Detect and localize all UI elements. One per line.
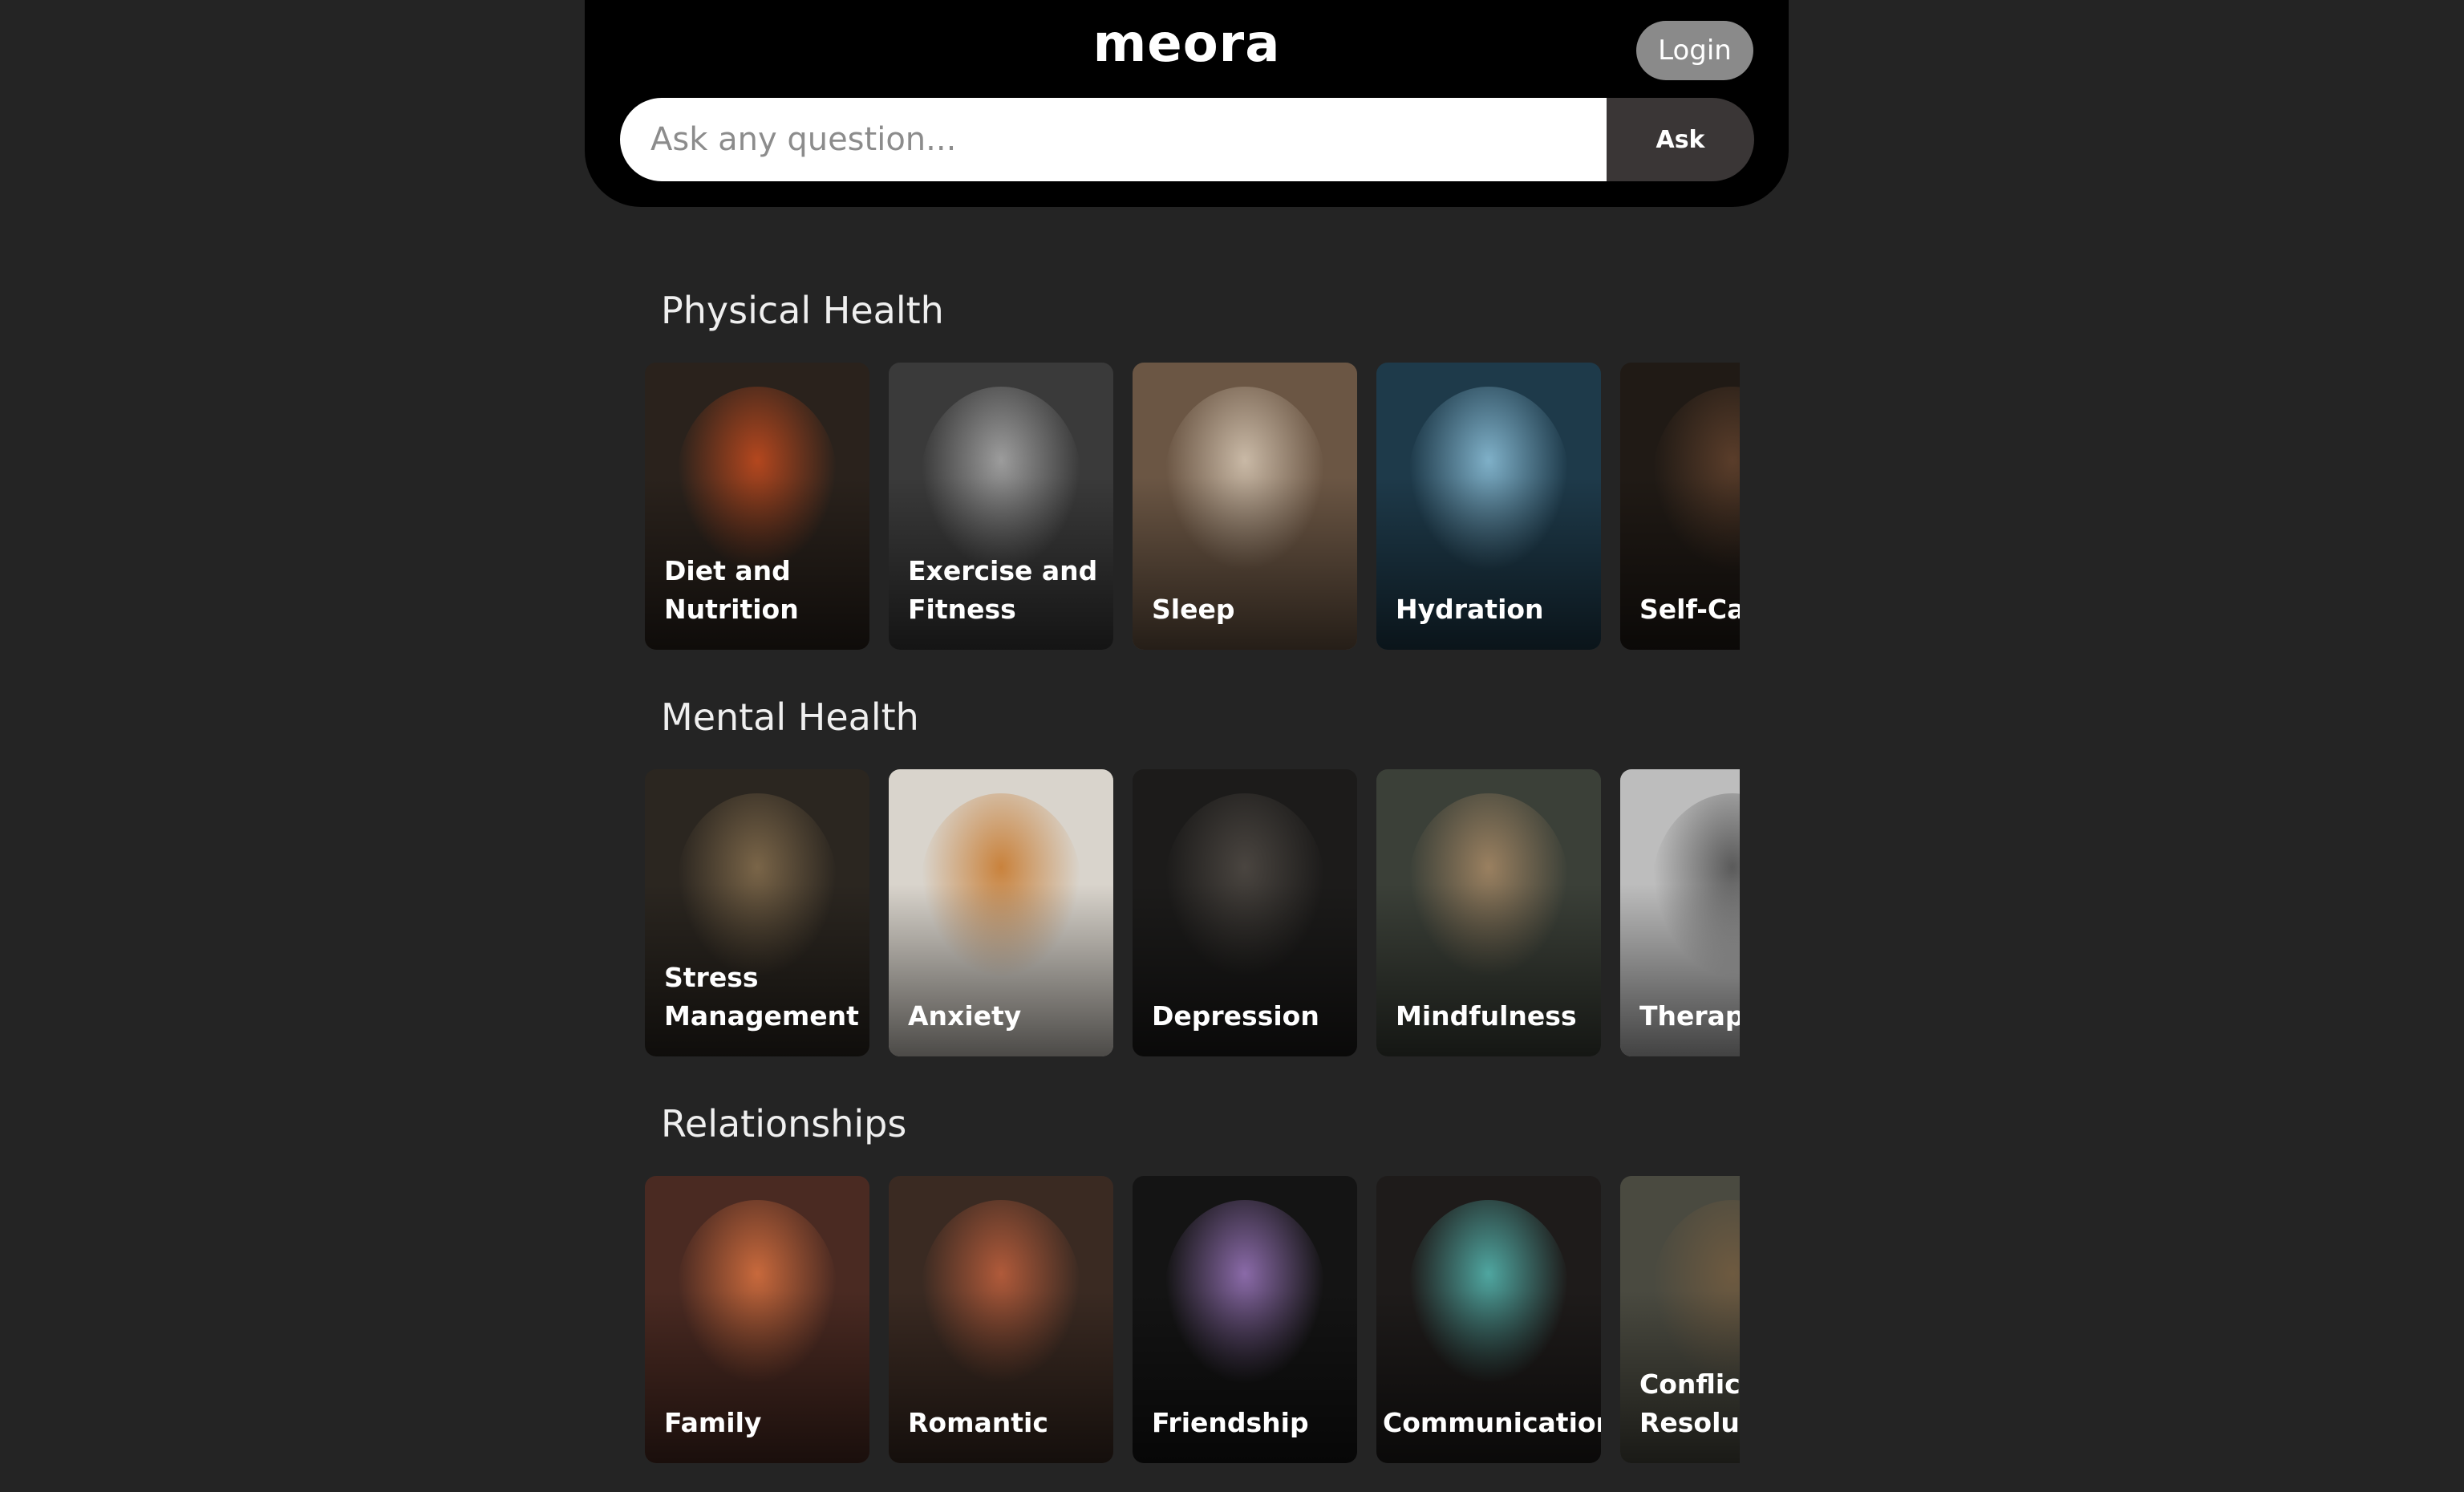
card-label: Exercise and Fitness	[908, 555, 1098, 625]
card-label: Stress Management	[664, 962, 859, 1032]
topic-card[interactable]: Friendship	[1133, 1176, 1357, 1463]
card-label: Mindfulness	[1396, 1000, 1577, 1032]
header: meora Login Ask any question... Ask	[585, 0, 1789, 207]
topic-card[interactable]: Depression	[1133, 769, 1357, 1056]
card-label: Anxiety	[908, 1000, 1022, 1032]
topic-card[interactable]: Conflict Resolution	[1620, 1176, 1740, 1463]
card-row[interactable]: Family Romantic Friendship Communication…	[645, 1176, 1740, 1465]
login-button[interactable]: Login	[1636, 21, 1753, 80]
topic-card[interactable]: Anxiety	[889, 769, 1113, 1056]
search-input[interactable]: Ask any question...	[620, 98, 1607, 181]
page: meora Login Ask any question... Ask Phys…	[0, 0, 2464, 1492]
ask-button[interactable]: Ask	[1607, 98, 1754, 181]
card-label: Communication	[1383, 1407, 1601, 1438]
card-row[interactable]: Diet and Nutrition Exercise and Fitness …	[645, 363, 1740, 651]
topic-card[interactable]: Stress Management	[645, 769, 869, 1056]
topic-card[interactable]: Hydration	[1376, 363, 1601, 650]
topic-card[interactable]: Mindfulness	[1376, 769, 1601, 1056]
card-label: Diet and Nutrition	[664, 555, 799, 625]
card-label: Romantic	[908, 1407, 1048, 1438]
section-title: Mental Health	[661, 695, 919, 739]
card-label: Hydration	[1396, 594, 1544, 625]
card-label: Self-Care	[1639, 594, 1740, 625]
card-label: Therapy	[1639, 1000, 1740, 1032]
topic-card[interactable]: Exercise and Fitness	[889, 363, 1113, 650]
topic-card[interactable]: Sleep	[1133, 363, 1357, 650]
search-bar: Ask any question... Ask	[620, 98, 1754, 181]
card-row[interactable]: Stress Management Anxiety Depression Min…	[645, 769, 1740, 1058]
topic-card[interactable]: Romantic	[889, 1176, 1113, 1463]
section-title: Relationships	[661, 1102, 907, 1145]
topic-card[interactable]: Diet and Nutrition	[645, 363, 869, 650]
card-label: Friendship	[1152, 1407, 1309, 1438]
topic-card[interactable]: Communication	[1376, 1176, 1601, 1463]
card-label: Sleep	[1152, 594, 1235, 625]
topic-card[interactable]: Family	[645, 1176, 869, 1463]
card-label: Family	[664, 1407, 762, 1438]
topic-card[interactable]: Therapy	[1620, 769, 1740, 1056]
topic-card[interactable]: Self-Care	[1620, 363, 1740, 650]
section-title: Physical Health	[661, 289, 944, 332]
logo[interactable]: meora	[585, 14, 1789, 74]
card-label: Depression	[1152, 1000, 1319, 1032]
card-label: Conflict Resolution	[1639, 1368, 1740, 1438]
